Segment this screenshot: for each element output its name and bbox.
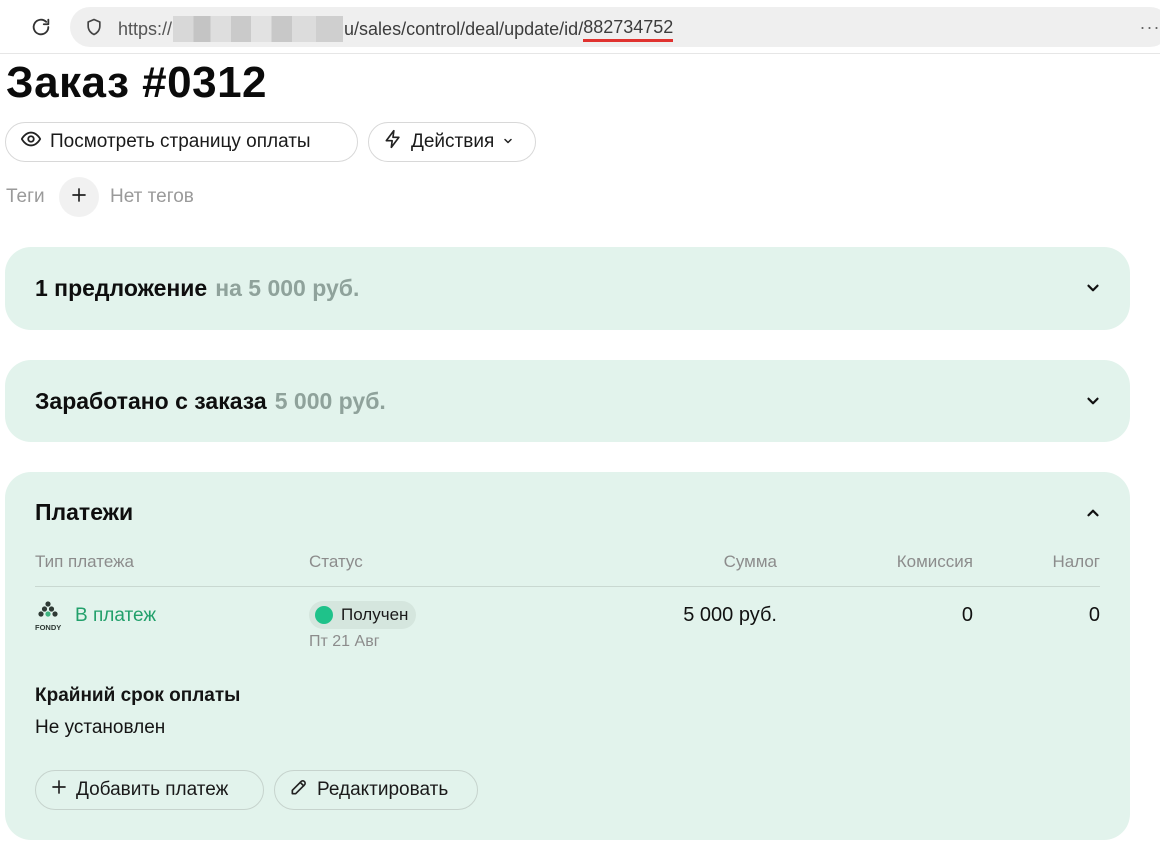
reload-icon[interactable] xyxy=(28,14,54,40)
chevron-down-icon[interactable] xyxy=(1084,392,1102,410)
payment-tax: 0 xyxy=(1088,604,1100,626)
status-date: Пт 21 Авг xyxy=(309,633,380,650)
add-payment-button[interactable]: Добавить платеж xyxy=(35,770,264,810)
status-text: Получен xyxy=(341,605,409,624)
page-title: Заказ #0312 xyxy=(6,58,268,107)
column-header-sum: Сумма xyxy=(723,552,777,571)
address-bar[interactable]: https:// u/sales/control/deal/update/id/… xyxy=(70,7,1160,47)
chevron-down-icon[interactable] xyxy=(1084,279,1102,297)
fondy-logo: FONDY xyxy=(35,600,67,632)
column-header-tax: Налог xyxy=(1052,552,1101,571)
earned-amount: 5 000 руб. xyxy=(274,387,386,414)
more-menu-icon[interactable]: ··· xyxy=(1130,7,1160,47)
offers-card[interactable]: 1 предложение на 5 000 руб. xyxy=(5,247,1130,330)
add-payment-label: Добавить платеж xyxy=(76,779,229,800)
edit-button[interactable]: Редактировать xyxy=(274,770,478,810)
plus-icon xyxy=(50,778,68,802)
earned-title: Заработано с заказа xyxy=(35,387,267,414)
view-payment-page-label: Посмотреть страницу оплаты xyxy=(50,131,311,152)
browser-toolbar: https:// u/sales/control/deal/update/id/… xyxy=(0,0,1160,54)
tags-label: Теги xyxy=(6,186,45,207)
offers-amount: на 5 000 руб. xyxy=(215,275,360,301)
offers-title: 1 предложение xyxy=(35,275,208,301)
payment-link[interactable]: В платеж xyxy=(75,605,156,627)
chevron-down-icon xyxy=(502,131,514,153)
table-divider xyxy=(35,586,1100,587)
url-prefix: https:// xyxy=(118,18,173,39)
url-blurred-domain xyxy=(173,16,344,42)
status-dot xyxy=(315,606,333,624)
pencil-icon xyxy=(289,777,309,803)
column-header-type: Тип платежа xyxy=(35,552,134,571)
add-tag-button[interactable] xyxy=(59,177,99,217)
lightning-icon xyxy=(383,128,403,156)
url-text[interactable]: https:// u/sales/control/deal/update/id/… xyxy=(118,16,674,42)
offers-card-header: 1 предложение на 5 000 руб. xyxy=(35,247,359,330)
actions-label: Действия xyxy=(411,131,495,152)
payment-sum: 5 000 руб. xyxy=(683,604,777,626)
column-header-fee: Комиссия xyxy=(896,552,973,571)
plus-icon xyxy=(70,186,88,209)
actions-dropdown-button[interactable]: Действия xyxy=(368,122,536,162)
payments-card: Платежи Тип платежа Статус Сумма Комисси… xyxy=(5,472,1130,840)
deadline-label: Крайний срок оплаты xyxy=(35,685,241,706)
payments-title: Платежи xyxy=(35,499,134,525)
view-payment-page-button[interactable]: Посмотреть страницу оплаты xyxy=(5,122,358,162)
edit-label: Редактировать xyxy=(317,779,449,800)
column-header-status: Статус xyxy=(309,552,363,571)
fondy-logo-text: FONDY xyxy=(35,623,61,632)
eye-icon xyxy=(20,128,42,156)
earned-card-header: Заработано с заказа 5 000 руб. xyxy=(35,360,386,442)
payment-fee: 0 xyxy=(961,604,973,626)
chevron-up-icon[interactable] xyxy=(1084,504,1102,522)
earned-card[interactable]: Заработано с заказа 5 000 руб. xyxy=(5,360,1130,442)
url-path: u/sales/control/deal/update/id/ xyxy=(344,18,584,39)
url-deal-id: 882734752 xyxy=(583,17,674,42)
deadline-value: Не установлен xyxy=(35,717,166,738)
shield-icon[interactable] xyxy=(84,17,104,37)
status-badge: Получен xyxy=(309,601,417,629)
no-tags-text: Нет тегов xyxy=(110,186,194,207)
